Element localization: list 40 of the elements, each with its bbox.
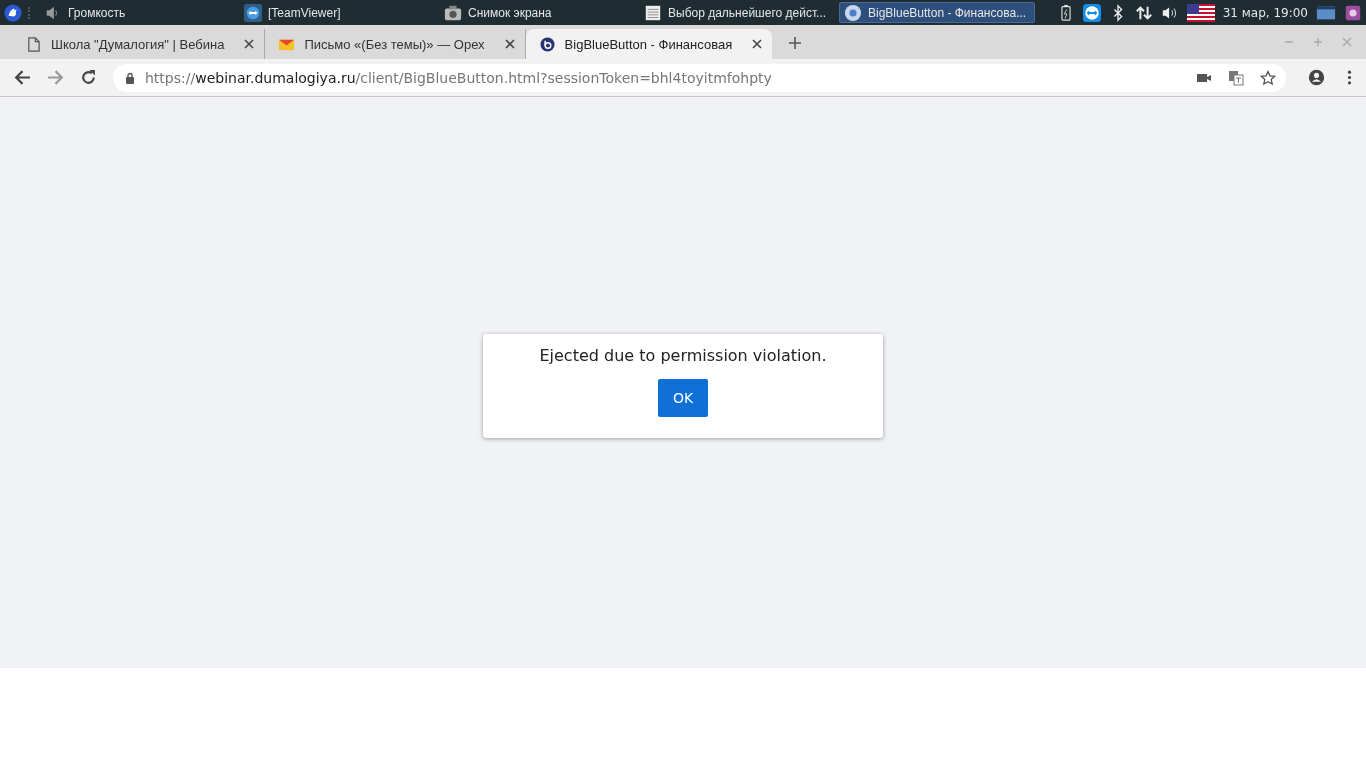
browser-tab[interactable]: BigBlueButton - Финансовая	[525, 29, 773, 59]
taskbar-button[interactable]: [TeamViewer]	[239, 2, 435, 23]
reload-icon[interactable]	[80, 69, 97, 86]
account-icon[interactable]	[1308, 69, 1325, 86]
media-icon[interactable]	[1344, 3, 1362, 22]
network-arrows-icon[interactable]	[1134, 3, 1153, 22]
logo-icon[interactable]	[539, 36, 555, 52]
taskbar-label[interactable]: [TeamViewer]	[268, 5, 341, 20]
translate-icon[interactable]	[1228, 69, 1244, 86]
taskbar-label[interactable]: Громкость	[68, 5, 126, 20]
teamviewer-icon[interactable]	[244, 3, 262, 22]
browser-icon[interactable]	[844, 3, 862, 22]
address-bar[interactable]: https://webinar.dumalogiya.ru/client/BigBlueButton.html?sessionToken=bhl4toyitmfohpty	[113, 63, 1286, 92]
taskbar-label[interactable]: Выбор дальнейшего дейст...	[668, 5, 827, 20]
back-icon[interactable]	[14, 69, 31, 86]
close-icon[interactable]	[504, 39, 515, 49]
close-icon[interactable]	[244, 39, 255, 49]
ok-button[interactable]: OK	[658, 378, 708, 417]
mascot-icon[interactable]	[4, 3, 22, 22]
document-icon[interactable]	[644, 3, 662, 22]
clock[interactable]: 31 мар, 19:00	[1222, 5, 1308, 20]
star-icon[interactable]	[1260, 69, 1276, 86]
tab-title[interactable]: BigBlueButton - Финансовая	[564, 36, 733, 52]
taskbar-button[interactable]: Снимок экрана	[439, 2, 635, 23]
camera-icon[interactable]	[444, 3, 462, 22]
taskbar-label[interactable]: BigBlueButton - Финансова...	[868, 5, 1027, 20]
close-icon[interactable]	[752, 39, 763, 49]
taskbar-button[interactable]: Громкость	[39, 2, 235, 23]
flag-icon[interactable]	[1186, 3, 1215, 22]
dialog-message: Ejected due to permission violation.	[539, 345, 827, 365]
tab-title[interactable]: Школа "Думалогия" | Вебина	[51, 36, 225, 52]
lock-icon[interactable]	[125, 71, 135, 84]
forward-icon[interactable]	[47, 69, 64, 86]
page-icon[interactable]	[26, 36, 41, 52]
new-tab-icon[interactable]	[788, 36, 803, 50]
taskbar-label[interactable]: Снимок экрана	[468, 5, 552, 20]
teamviewer-icon[interactable]	[1082, 3, 1101, 22]
taskbar-button[interactable]: Выбор дальнейшего дейст...	[639, 2, 835, 23]
taskbar-button[interactable]: BigBlueButton - Финансова...	[839, 2, 1035, 23]
tab-title[interactable]: Письмо «(Без темы)» — Орех	[304, 36, 485, 52]
